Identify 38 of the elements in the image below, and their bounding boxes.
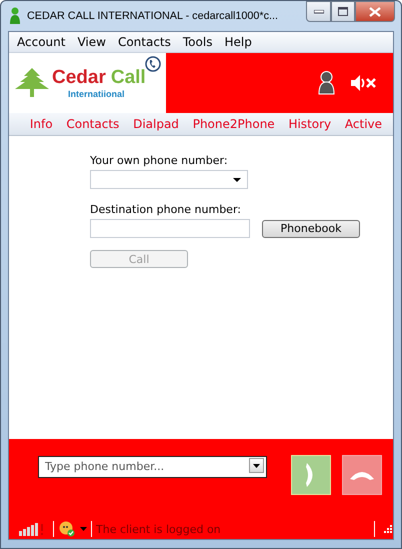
tab[interactable]: Phone2Phone bbox=[192, 117, 275, 131]
minimize-icon bbox=[314, 10, 324, 14]
menu-item[interactable]: Account bbox=[11, 35, 72, 49]
logo-text: Cedar bbox=[52, 67, 106, 89]
close-button[interactable] bbox=[355, 1, 395, 22]
field-label: Destination phone number: bbox=[90, 203, 242, 216]
person-icon[interactable] bbox=[318, 71, 335, 95]
tab[interactable]: Info bbox=[30, 117, 53, 131]
menu-item[interactable]: Contacts bbox=[112, 35, 177, 49]
window-title: CEDAR CALL INTERNATIONAL - cedarcall1000*c... bbox=[27, 10, 280, 22]
tab[interactable]: Contacts bbox=[66, 117, 120, 131]
phonebook-button[interactable]: Phonebook bbox=[262, 220, 360, 238]
logo-text: Call bbox=[110, 67, 146, 89]
dropdown-arrow-icon[interactable] bbox=[80, 527, 87, 531]
phone-handset-icon bbox=[349, 469, 375, 481]
tab[interactable]: History bbox=[288, 117, 332, 131]
destination-number-field[interactable] bbox=[90, 219, 250, 238]
smiley-status-icon[interactable] bbox=[58, 521, 76, 537]
status-message: The client is logged on bbox=[96, 522, 222, 536]
close-icon bbox=[369, 6, 381, 16]
field-label: Your own phone number: bbox=[90, 154, 229, 167]
tab[interactable]: Dialpad bbox=[133, 117, 179, 131]
minimize-button[interactable] bbox=[306, 1, 331, 22]
maximize-button[interactable] bbox=[331, 1, 355, 22]
tree-icon bbox=[14, 68, 50, 98]
phone-number-field[interactable]: Type phone number... bbox=[38, 456, 267, 478]
menu-item[interactable]: View bbox=[71, 35, 112, 49]
user-icon bbox=[9, 7, 21, 25]
dropdown-arrow-icon bbox=[233, 178, 241, 182]
dropdown-button[interactable] bbox=[249, 458, 264, 473]
logo-tagline: Internatiional bbox=[68, 89, 126, 99]
maximize-icon bbox=[338, 7, 348, 16]
menu-item[interactable]: Tools bbox=[176, 35, 218, 49]
phone-bubble-icon bbox=[144, 56, 162, 74]
tab[interactable]: Active bbox=[344, 117, 382, 131]
dropdown-arrow-icon bbox=[253, 464, 260, 468]
speaker-muted-icon[interactable] bbox=[349, 73, 377, 93]
menu-item[interactable]: Help bbox=[218, 35, 258, 49]
